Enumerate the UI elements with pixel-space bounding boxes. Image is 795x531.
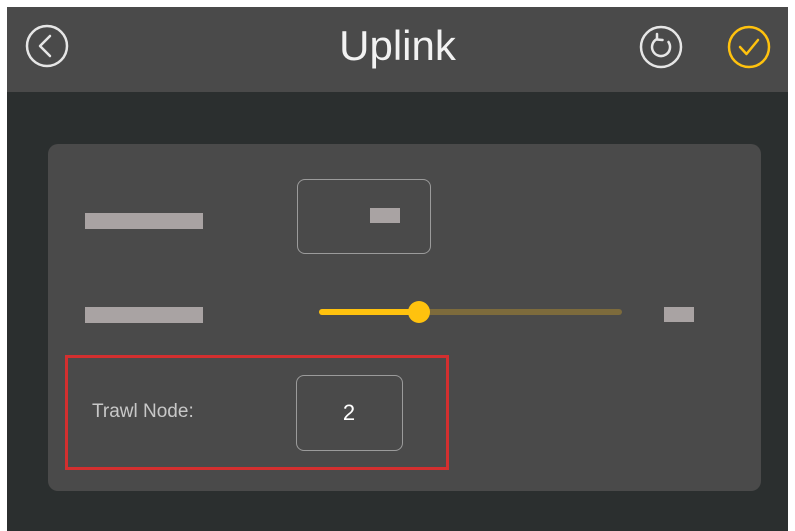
trawl-node-label: Trawl Node: bbox=[92, 401, 194, 422]
uplink-screen: Uplink Trawl Node: 2 bbox=[7, 7, 788, 531]
header-bar: Uplink bbox=[7, 7, 788, 92]
slider-fill bbox=[319, 309, 419, 315]
back-button[interactable] bbox=[23, 22, 71, 70]
redacted-value bbox=[370, 208, 400, 223]
redacted-slider-value bbox=[664, 307, 694, 322]
redacted-setting-label bbox=[85, 213, 203, 229]
reset-button[interactable] bbox=[637, 23, 685, 71]
reset-icon bbox=[639, 25, 683, 69]
back-arrow-icon bbox=[25, 24, 69, 68]
level-slider[interactable] bbox=[319, 301, 622, 323]
redacted-slider-label bbox=[85, 307, 203, 323]
redacted-value-field[interactable] bbox=[297, 179, 431, 254]
trawl-node-value: 2 bbox=[342, 400, 356, 425]
confirm-button[interactable] bbox=[725, 23, 773, 71]
checkmark-icon bbox=[727, 25, 771, 69]
trawl-node-field[interactable]: 2 bbox=[296, 375, 403, 451]
settings-panel: Trawl Node: 2 bbox=[48, 144, 761, 491]
slider-thumb[interactable] bbox=[408, 301, 430, 323]
